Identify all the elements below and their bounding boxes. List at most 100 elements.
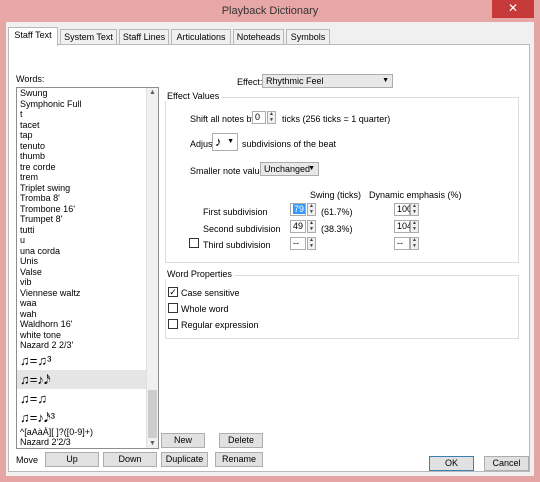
third-swing-input[interactable]: -- [290, 237, 306, 250]
second-swing-input[interactable]: 49 [290, 220, 306, 233]
list-item[interactable]: u [17, 235, 158, 246]
shift-stepper[interactable]: ▲ ▼ [267, 111, 276, 124]
scroll-down-icon[interactable]: ▼ [147, 440, 158, 447]
cancel-button[interactable]: Cancel [484, 456, 529, 471]
list-item[interactable]: Valse [17, 267, 158, 278]
delete-button[interactable]: Delete [219, 433, 263, 448]
case-sensitive-label: Case sensitive [181, 288, 240, 298]
tab-symbols[interactable]: Symbols [286, 29, 330, 45]
first-swing-stepper[interactable]: ▲ ▼ [307, 203, 316, 216]
shift-label: Shift all notes by [190, 114, 257, 124]
list-item[interactable]: una corda [17, 246, 158, 257]
scroll-up-icon[interactable]: ▲ [147, 89, 158, 96]
list-item[interactable]: Tromba 8' [17, 193, 158, 204]
tab-articulations[interactable]: Articulations [171, 29, 231, 45]
list-item[interactable]: Swung [17, 88, 158, 99]
shift-suffix: ticks (256 ticks = 1 quarter) [282, 114, 391, 124]
words-scrollbar[interactable]: ▲ ▼ [146, 88, 158, 448]
word-items: Swung Symphonic Full t tacet tap tenuto thumb t… [17, 88, 158, 449]
move-label: Move [16, 455, 39, 465]
list-item[interactable]: Viennese waltz [17, 288, 158, 299]
list-item[interactable]: wah [17, 309, 158, 320]
check-icon: ✓ [169, 287, 177, 297]
list-item[interactable]: Waldhorn 16' [17, 319, 158, 330]
emphasis-header: Dynamic emphasis (%) [369, 190, 462, 200]
words-list[interactable]: Swung Symphonic Full t tacet tap tenuto thumb t… [16, 87, 159, 449]
scroll-thumb[interactable] [148, 390, 157, 438]
list-item[interactable]: tacet [17, 120, 158, 131]
effect-label: Effect: [237, 77, 263, 87]
first-emphasis-input[interactable]: 100 [394, 203, 412, 216]
eighth-note-icon: ♪ [215, 134, 222, 149]
list-item[interactable]: harmonics [17, 448, 158, 449]
second-emphasis-input[interactable]: 104 [394, 220, 412, 233]
duplicate-button[interactable]: Duplicate [161, 452, 208, 467]
list-item[interactable]: thumb [17, 151, 158, 162]
whole-word-label: Whole word [181, 304, 229, 314]
whole-word-checkbox[interactable] [168, 303, 178, 313]
close-button[interactable]: ✕ [492, 0, 534, 18]
rename-button[interactable]: Rename [215, 452, 263, 467]
list-item[interactable]: ♫=♫ [17, 389, 158, 408]
list-item[interactable]: tutti [17, 225, 158, 236]
list-item[interactable]: tre corde [17, 162, 158, 173]
chevron-down-icon: ▼ [382, 77, 389, 84]
staff-text-page: Words: Swung Symphonic Full t tacet tap tenut… [8, 44, 530, 472]
list-item[interactable]: vib [17, 277, 158, 288]
list-item[interactable]: tenuto [17, 141, 158, 152]
chevron-down-icon: ▼ [227, 138, 234, 145]
second-emphasis-stepper[interactable]: ▲ ▼ [410, 220, 419, 233]
dialog-body: Staff Text System Text Staff Lines Artic… [6, 22, 534, 476]
ok-button[interactable]: OK [429, 456, 474, 471]
second-subdivision-label: Second subdivision [203, 224, 281, 234]
first-subdivision-label: First subdivision [203, 207, 268, 217]
first-swing-percent: (61.7%) [321, 207, 353, 217]
title-bar: Playback Dictionary ✕ [0, 0, 540, 22]
list-item[interactable]: ♫=♪𝅘𝅥𝅯 [17, 369, 158, 389]
list-item[interactable]: trem [17, 172, 158, 183]
third-swing-stepper[interactable]: ▲ ▼ [307, 237, 316, 250]
chevron-down-icon: ▼ [308, 165, 315, 172]
effect-value: Rhythmic Feel [266, 76, 324, 86]
third-emphasis-input[interactable]: -- [394, 237, 410, 250]
tab-system-text[interactable]: System Text [60, 29, 117, 45]
note-value-button[interactable]: ♪ ▼ [212, 133, 238, 151]
up-button[interactable]: Up [45, 452, 99, 467]
list-item[interactable]: waa [17, 298, 158, 309]
list-item[interactable]: ♫=♫³ [17, 351, 158, 370]
list-item[interactable]: Unis [17, 256, 158, 267]
third-emphasis-stepper[interactable]: ▲ ▼ [410, 237, 419, 250]
list-item[interactable]: Trumpet 8' [17, 214, 158, 225]
smaller-values-value: Unchanged [264, 164, 311, 174]
list-item[interactable]: Nazard 2 2/3' [17, 340, 158, 351]
first-swing-input[interactable]: 79 [290, 203, 306, 216]
second-swing-stepper[interactable]: ▲ ▼ [307, 220, 316, 233]
down-button[interactable]: Down [103, 452, 157, 467]
smaller-values-dropdown[interactable]: Unchanged ▼ [260, 162, 319, 176]
words-label: Words: [16, 74, 45, 84]
list-item[interactable]: Symphonic Full [17, 99, 158, 110]
tab-staff-lines[interactable]: Staff Lines [119, 29, 169, 45]
regex-label: Regular expression [181, 320, 259, 330]
adjust-suffix: subdivisions of the beat [242, 139, 337, 149]
list-item[interactable]: t [17, 109, 158, 120]
list-item[interactable]: Trombone 16' [17, 204, 158, 215]
first-emphasis-stepper[interactable]: ▲ ▼ [410, 203, 419, 216]
list-item[interactable]: ♫=♪𝅘𝅥𝅯³ [17, 408, 158, 427]
window-title: Playback Dictionary [221, 5, 319, 17]
case-sensitive-checkbox[interactable]: ✓ [168, 287, 178, 297]
list-item[interactable]: tap [17, 130, 158, 141]
new-button[interactable]: New [161, 433, 205, 448]
third-subdivision-checkbox[interactable] [189, 238, 199, 248]
list-item[interactable]: Nazard 2'2/3 [17, 437, 158, 448]
tab-noteheads[interactable]: Noteheads [233, 29, 284, 45]
effect-dropdown[interactable]: Rhythmic Feel ▼ [262, 74, 393, 88]
swing-header: Swing (ticks) [310, 190, 362, 200]
regex-checkbox[interactable] [168, 319, 178, 329]
tab-staff-text[interactable]: Staff Text [8, 27, 58, 46]
shift-input[interactable]: 0 [252, 111, 266, 124]
list-item[interactable]: Triplet swing [17, 183, 158, 194]
effect-values-label: Effect Values [165, 91, 222, 101]
list-item[interactable]: ^[aAàÀ][ ]?([0-9]+) [17, 427, 158, 438]
list-item[interactable]: white tone [17, 330, 158, 341]
